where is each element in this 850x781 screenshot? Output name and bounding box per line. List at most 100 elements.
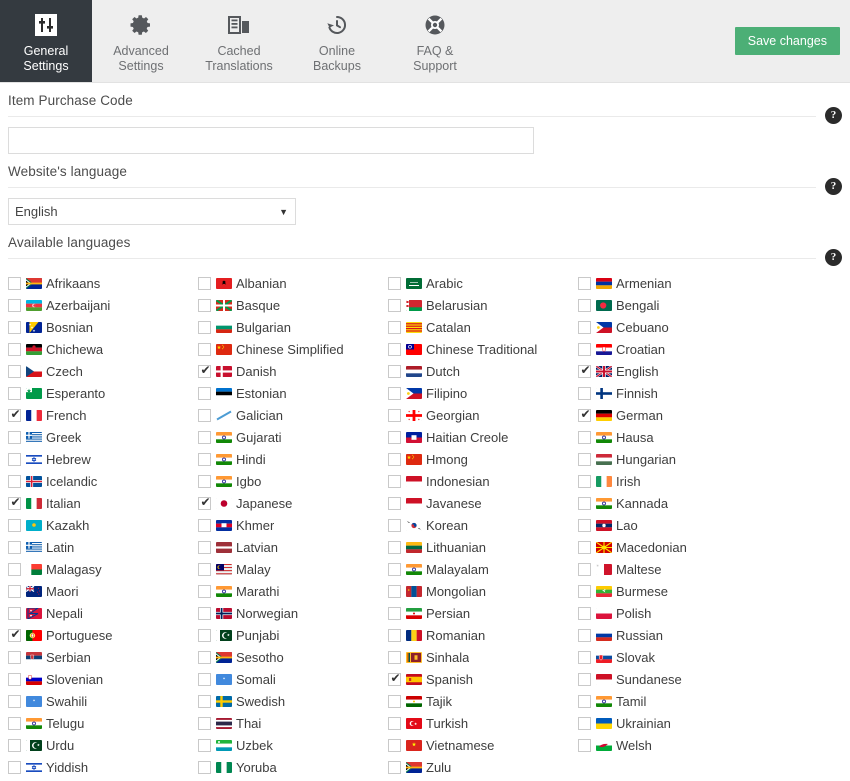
language-checkbox[interactable] xyxy=(578,716,591,730)
language-option[interactable]: Malagasy xyxy=(8,558,198,580)
language-checkbox[interactable] xyxy=(388,496,401,510)
language-checkbox[interactable] xyxy=(578,694,591,708)
language-checkbox[interactable] xyxy=(198,342,211,356)
language-checkbox[interactable] xyxy=(198,584,211,598)
language-checkbox[interactable] xyxy=(8,320,21,334)
language-option[interactable]: Maltese xyxy=(578,558,778,580)
language-checkbox[interactable] xyxy=(8,474,21,488)
language-option[interactable]: Galician xyxy=(198,404,388,426)
language-checkbox[interactable] xyxy=(198,298,211,312)
language-option[interactable]: Catalan xyxy=(388,316,578,338)
language-checkbox[interactable] xyxy=(8,650,21,664)
language-checkbox[interactable] xyxy=(578,518,591,532)
language-option[interactable]: Greek xyxy=(8,426,198,448)
language-option[interactable]: Ukrainian xyxy=(578,712,778,734)
language-checkbox[interactable] xyxy=(578,650,591,664)
language-checkbox[interactable] xyxy=(578,562,591,576)
language-option[interactable]: Azerbaijani xyxy=(8,294,198,316)
language-checkbox[interactable] xyxy=(8,716,21,730)
language-checkbox[interactable] xyxy=(578,363,592,378)
help-icon-purchase-code[interactable]: ? xyxy=(825,107,842,124)
language-checkbox[interactable] xyxy=(8,562,21,576)
language-checkbox[interactable] xyxy=(388,430,401,444)
language-checkbox[interactable] xyxy=(198,386,211,400)
language-option[interactable]: Slovenian xyxy=(8,668,198,690)
language-checkbox[interactable] xyxy=(198,694,211,708)
language-option[interactable]: Latin xyxy=(8,536,198,558)
tab-cached-translations[interactable]: Cached Translations xyxy=(190,0,288,82)
language-checkbox[interactable] xyxy=(198,495,212,510)
language-checkbox[interactable] xyxy=(388,671,402,686)
language-option[interactable]: Telugu xyxy=(8,712,198,734)
language-option[interactable]: Yoruba xyxy=(198,756,388,778)
language-option[interactable]: Khmer xyxy=(198,514,388,536)
language-option[interactable]: Portuguese xyxy=(8,624,198,646)
language-option[interactable]: Lithuanian xyxy=(388,536,578,558)
language-checkbox[interactable] xyxy=(8,364,21,378)
language-option[interactable]: Chinese Traditional xyxy=(388,338,578,360)
language-checkbox[interactable] xyxy=(578,540,591,554)
language-checkbox[interactable] xyxy=(578,584,591,598)
language-option[interactable]: Igbo xyxy=(198,470,388,492)
language-option[interactable]: Marathi xyxy=(198,580,388,602)
language-checkbox[interactable] xyxy=(198,474,211,488)
language-checkbox[interactable] xyxy=(8,407,22,422)
language-checkbox[interactable] xyxy=(388,320,401,334)
language-checkbox[interactable] xyxy=(388,606,401,620)
language-option[interactable]: Zulu xyxy=(388,756,578,778)
language-option[interactable]: Mongolian xyxy=(388,580,578,602)
language-checkbox[interactable] xyxy=(388,738,401,752)
language-checkbox[interactable] xyxy=(8,606,21,620)
language-checkbox[interactable] xyxy=(8,342,21,356)
language-checkbox[interactable] xyxy=(388,276,401,290)
language-option[interactable]: Serbian xyxy=(8,646,198,668)
language-option[interactable]: Danish xyxy=(198,360,388,382)
language-checkbox[interactable] xyxy=(8,760,21,774)
language-option[interactable]: Tajik xyxy=(388,690,578,712)
help-icon-website-language[interactable]: ? xyxy=(825,178,842,195)
language-checkbox[interactable] xyxy=(198,452,211,466)
language-checkbox[interactable] xyxy=(578,407,592,422)
language-option[interactable]: Gujarati xyxy=(198,426,388,448)
language-option[interactable]: Kannada xyxy=(578,492,778,514)
language-checkbox[interactable] xyxy=(388,760,401,774)
language-checkbox[interactable] xyxy=(198,672,211,686)
language-option[interactable]: Sesotho xyxy=(198,646,388,668)
language-option[interactable]: Hmong xyxy=(388,448,578,470)
language-checkbox[interactable] xyxy=(388,650,401,664)
language-option[interactable]: Afrikaans xyxy=(8,272,198,294)
language-option[interactable]: Sundanese xyxy=(578,668,778,690)
language-checkbox[interactable] xyxy=(388,298,401,312)
language-checkbox[interactable] xyxy=(198,628,211,642)
language-option[interactable]: Slovak xyxy=(578,646,778,668)
language-option[interactable]: Indonesian xyxy=(388,470,578,492)
language-option[interactable]: Punjabi xyxy=(198,624,388,646)
language-checkbox[interactable] xyxy=(578,320,591,334)
language-option[interactable]: Czech xyxy=(8,360,198,382)
language-option[interactable]: Burmese xyxy=(578,580,778,602)
language-checkbox[interactable] xyxy=(578,386,591,400)
language-checkbox[interactable] xyxy=(8,584,21,598)
language-option[interactable]: Macedonian xyxy=(578,536,778,558)
language-checkbox[interactable] xyxy=(8,627,22,642)
language-checkbox[interactable] xyxy=(198,430,211,444)
language-option[interactable]: Norwegian xyxy=(198,602,388,624)
language-option[interactable]: Polish xyxy=(578,602,778,624)
language-checkbox[interactable] xyxy=(8,298,21,312)
language-option[interactable]: Uzbek xyxy=(198,734,388,756)
tab-general-settings[interactable]: General Settings xyxy=(0,0,92,82)
language-option[interactable]: Finnish xyxy=(578,382,778,404)
help-icon-available-languages[interactable]: ? xyxy=(825,249,842,266)
language-option[interactable]: Javanese xyxy=(388,492,578,514)
language-option[interactable]: Esperanto xyxy=(8,382,198,404)
save-changes-button[interactable]: Save changes xyxy=(734,27,840,55)
tab-online-backups[interactable]: Online Backups xyxy=(288,0,386,82)
language-checkbox[interactable] xyxy=(578,474,591,488)
language-checkbox[interactable] xyxy=(198,408,211,422)
language-checkbox[interactable] xyxy=(198,606,211,620)
language-checkbox[interactable] xyxy=(388,342,401,356)
language-checkbox[interactable] xyxy=(388,518,401,532)
language-option[interactable]: English xyxy=(578,360,778,382)
language-option[interactable]: Icelandic xyxy=(8,470,198,492)
language-option[interactable]: Kazakh xyxy=(8,514,198,536)
